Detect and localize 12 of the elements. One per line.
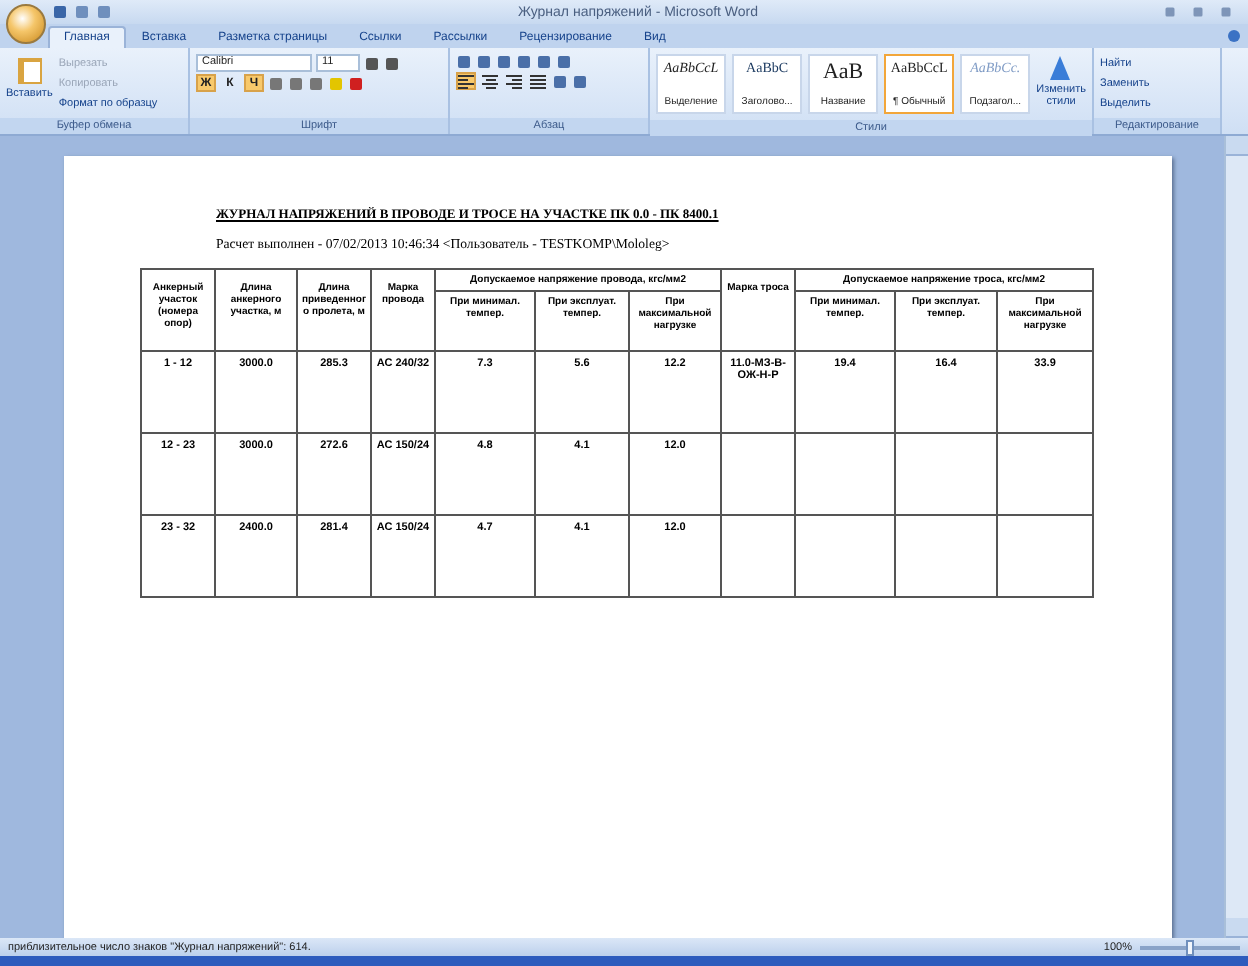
table-cell — [997, 515, 1094, 597]
clipboard-icon — [15, 54, 44, 86]
table-cell — [795, 433, 896, 515]
vertical-scrollbar[interactable] — [1224, 136, 1248, 938]
table-cell — [997, 433, 1094, 515]
zoom-slider[interactable] — [1186, 939, 1194, 955]
table-cell — [795, 515, 896, 597]
table-cell — [895, 515, 998, 597]
table-cell — [721, 433, 796, 515]
style-sample: AaB — [822, 60, 864, 84]
table-cell — [895, 433, 998, 515]
table-cell — [721, 515, 796, 597]
